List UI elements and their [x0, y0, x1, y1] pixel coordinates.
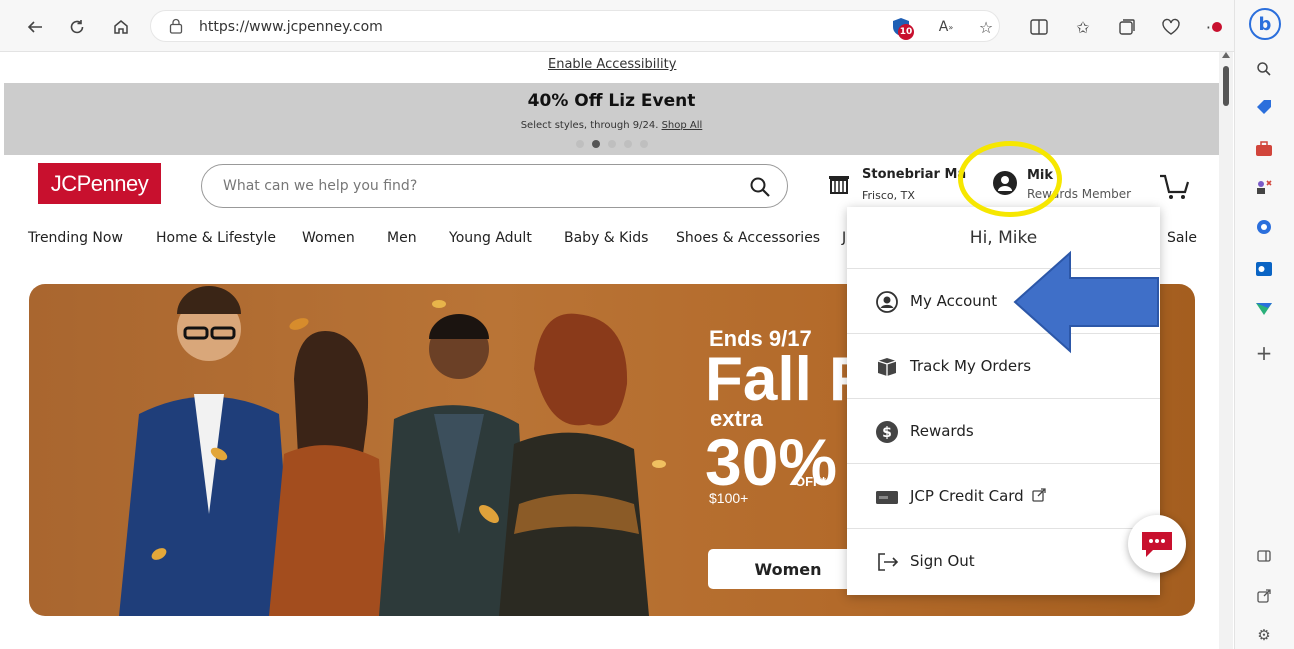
shop-women-button[interactable]: Women	[708, 549, 868, 589]
store-icon[interactable]	[828, 172, 850, 194]
nav-partial-item[interactable]: J	[842, 230, 846, 246]
search-icon[interactable]	[1253, 58, 1275, 80]
external-window-icon[interactable]	[1253, 585, 1275, 607]
arrow-annotation	[1013, 250, 1159, 354]
nav-home-lifestyle[interactable]: Home & Lifestyle	[156, 230, 276, 246]
carousel-dot[interactable]	[608, 140, 616, 148]
carousel-dot[interactable]	[640, 140, 648, 148]
lock-icon	[169, 18, 183, 34]
nav-trending-now[interactable]: Trending Now	[28, 230, 123, 246]
back-icon[interactable]	[22, 14, 48, 40]
cart-icon[interactable]	[1158, 172, 1192, 202]
drop-send-icon[interactable]	[1253, 298, 1275, 320]
browser-essentials-icon[interactable]	[1160, 16, 1182, 38]
split-screen-icon[interactable]	[1028, 16, 1050, 38]
edge-sidebar: b + ⚙	[1234, 0, 1294, 649]
jcpenney-logo[interactable]: JCPenney	[38, 163, 161, 204]
package-icon	[877, 358, 897, 376]
browser-toolbar: https://www.jcpenney.com 10 A» ☆ ✩ ··	[0, 0, 1294, 52]
chat-button[interactable]	[1128, 515, 1186, 573]
add-sidebar-icon[interactable]: +	[1253, 341, 1275, 365]
menu-item-rewards[interactable]: $ Rewards	[847, 399, 1160, 464]
hero-models-photo	[119, 286, 666, 616]
games-icon[interactable]	[1253, 176, 1275, 198]
store-name[interactable]: Stonebriar Ma	[862, 167, 966, 182]
collections-icon[interactable]	[1116, 16, 1138, 38]
hero-minimum: $100+	[709, 490, 749, 506]
tools-briefcase-icon[interactable]	[1253, 138, 1275, 160]
nav-sale[interactable]: Sale	[1167, 230, 1197, 246]
promo-subtitle-text: Select styles, through 9/24.	[520, 120, 659, 131]
address-bar[interactable]: https://www.jcpenney.com	[150, 10, 1000, 42]
svg-text:$: $	[882, 425, 892, 441]
carousel-dot[interactable]	[576, 140, 584, 148]
menu-item-credit-card[interactable]: JCP Credit Card	[847, 464, 1160, 529]
dollar-icon: $	[876, 421, 898, 443]
nav-men[interactable]: Men	[387, 230, 417, 246]
menu-item-label: My Account	[910, 292, 998, 310]
hide-sidebar-icon[interactable]	[1253, 545, 1275, 567]
refresh-icon[interactable]	[64, 14, 90, 40]
hero-off: OFF*	[795, 474, 827, 489]
promo-subtitle: Select styles, through 9/24. Shop All	[4, 120, 1219, 131]
menu-item-label: Track My Orders	[910, 357, 1032, 375]
page-scrollbar[interactable]	[1219, 52, 1233, 649]
search-input[interactable]: What can we help you find?	[201, 164, 788, 208]
promo-title: 40% Off Liz Event	[527, 91, 696, 111]
scroll-up-icon[interactable]	[1222, 52, 1230, 58]
sidebar-settings-icon[interactable]: ⚙	[1253, 624, 1275, 646]
bing-copilot-icon[interactable]: b	[1249, 8, 1281, 40]
external-link-icon	[1032, 488, 1046, 502]
tracker-count-badge: 10	[898, 24, 914, 40]
menu-item-label: Rewards	[910, 422, 974, 440]
carousel-dots	[576, 140, 648, 148]
credit-card-icon	[876, 491, 898, 504]
shopping-tag-icon[interactable]	[1253, 96, 1275, 118]
store-city[interactable]: Frisco, TX	[862, 189, 915, 202]
sign-out-icon	[878, 553, 899, 571]
tracker-prevention-icon[interactable]: 10	[890, 16, 914, 40]
home-icon[interactable]	[108, 14, 134, 40]
read-aloud-icon[interactable]: A»	[935, 16, 957, 38]
nav-women[interactable]: Women	[302, 230, 355, 246]
carousel-dot-active[interactable]	[592, 140, 600, 148]
search-placeholder: What can we help you find?	[223, 178, 418, 194]
menu-item-sign-out[interactable]: Sign Out	[847, 529, 1160, 594]
chat-icon	[1142, 532, 1172, 557]
carousel-dot[interactable]	[624, 140, 632, 148]
shop-all-link[interactable]: Shop All	[662, 120, 703, 131]
nav-baby-kids[interactable]: Baby & Kids	[564, 230, 648, 246]
account-circle-icon	[876, 291, 898, 313]
search-icon[interactable]	[749, 176, 771, 198]
menu-item-label: Sign Out	[910, 552, 975, 570]
menu-item-label: JCP Credit Card	[910, 487, 1024, 505]
scrollbar-thumb[interactable]	[1223, 66, 1229, 106]
url-text: https://www.jcpenney.com	[199, 19, 383, 35]
highlight-circle-annotation	[958, 141, 1062, 217]
outlook-icon[interactable]	[1253, 258, 1275, 280]
office-icon[interactable]	[1253, 216, 1275, 238]
favorite-star-icon[interactable]: ☆	[975, 16, 997, 38]
favorites-list-icon[interactable]: ✩	[1072, 16, 1094, 38]
nav-shoes-accessories[interactable]: Shoes & Accessories	[676, 230, 820, 246]
nav-young-adult[interactable]: Young Adult	[449, 230, 532, 246]
enable-accessibility-link[interactable]: Enable Accessibility	[548, 57, 676, 72]
promo-banner[interactable]: 40% Off Liz Event Select styles, through…	[4, 83, 1219, 155]
more-options-icon[interactable]: ··	[1200, 16, 1222, 38]
hero-headline: Fall F	[705, 345, 867, 414]
